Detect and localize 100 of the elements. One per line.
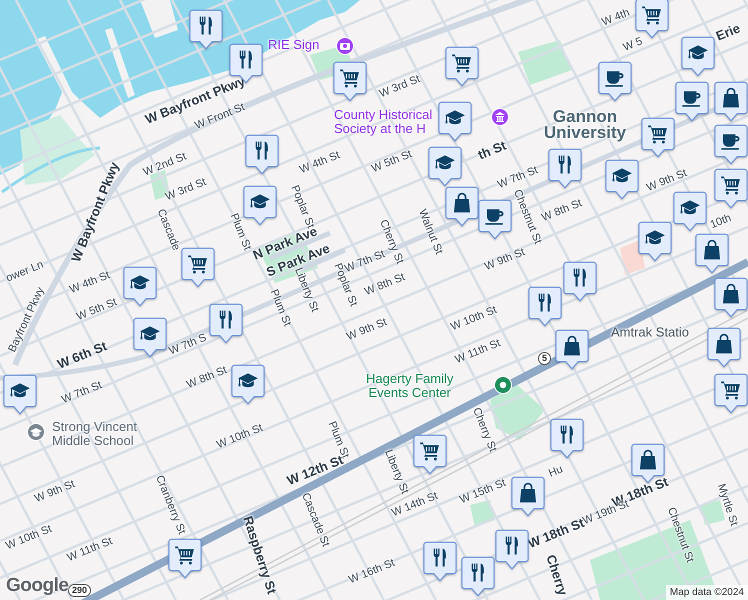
graduation-cap-icon [645,230,665,244]
cart-icon [188,255,207,274]
cart-icon [340,69,359,88]
street-label: W 8th St [540,198,584,224]
map-marker[interactable] [438,101,472,143]
map-marker[interactable] [548,148,582,190]
map-marker[interactable] [605,159,639,201]
fork-knife-icon [200,16,212,34]
street-label: W 9th St [645,168,689,194]
map-marker[interactable] [181,247,215,289]
fork-knife-icon [538,294,551,312]
coffee-cup-icon [605,71,624,87]
map-marker[interactable] [511,476,545,518]
map-marker[interactable] [243,185,277,227]
street-label: W 2nd St [142,151,188,179]
map-marker[interactable] [495,529,529,571]
map-marker[interactable] [550,418,584,460]
street-label: W 4th St [68,270,112,296]
graduation-cap-icon[interactable] [27,423,45,441]
map-marker[interactable] [714,168,748,210]
shopping-bag-icon [722,284,740,304]
map-marker[interactable] [714,373,748,415]
street-label: W 8th St [363,272,407,298]
street-label: W 9th St [345,317,389,343]
street-label: W 4th [600,8,632,28]
fork-knife-icon [472,564,484,582]
fork-knife-icon [240,50,252,68]
shopping-bag-icon [722,88,740,108]
place-name[interactable]: RIE Sign [268,38,320,52]
map-marker[interactable] [707,327,741,369]
map-marker[interactable] [461,556,495,598]
street-label: W 4th St [298,150,342,176]
place-label: Gannon University [542,108,628,142]
cart-icon [175,546,194,564]
map-marker[interactable] [714,277,748,319]
map-marker[interactable] [563,261,597,303]
map-marker[interactable] [3,374,37,416]
graduation-cap-icon [612,168,632,182]
place-name[interactable]: Strong Vincent Middle School [52,420,138,448]
map-marker[interactable] [445,186,479,228]
street-label: Plum St [228,212,252,252]
coffee-cup-icon [721,134,740,150]
map-marker[interactable] [641,117,675,159]
map-marker[interactable] [245,134,279,176]
cart-icon [721,176,740,194]
street-label: W 8th St [185,365,229,391]
map-marker[interactable] [423,541,457,583]
camera-icon[interactable] [336,37,354,55]
graduation-cap-icon [445,110,465,124]
coffee-cup-icon [682,91,700,107]
map-marker[interactable] [413,434,447,476]
map-marker[interactable] [714,124,748,166]
route-shield: 5 [538,352,552,365]
map-marker[interactable] [528,286,562,328]
fork-knife-icon [256,142,268,160]
map-marker[interactable] [428,146,462,188]
street-label: W 16th St [348,558,396,586]
map-marker[interactable] [555,329,589,371]
place-name[interactable]: Hagerty Family Events Center [366,372,454,400]
shopping-bag-icon [704,240,720,260]
fork-knife-icon [558,156,571,174]
pin-dot-icon[interactable] [494,376,512,394]
map-marker[interactable] [638,221,672,263]
map-marker[interactable] [133,317,167,359]
street-label: W 9th St [483,247,527,273]
street-label: Liberty St [382,448,410,496]
street-label: W 9th St [33,479,77,505]
graduation-cap-icon [130,275,150,290]
map-marker[interactable] [681,36,715,78]
street-label: Cherry St [470,406,498,454]
street-label: W 5th St [370,149,414,175]
map-marker[interactable] [123,266,157,308]
fork-knife-icon [506,536,518,554]
fork-knife-icon [220,310,232,328]
map-marker[interactable] [478,199,512,241]
shopping-bag-icon [520,482,536,502]
map-marker[interactable] [231,364,265,406]
street-label: 10th [709,212,733,232]
map-marker[interactable] [445,46,479,88]
map-marker[interactable] [598,61,632,103]
street-label: W 6th St [55,339,109,371]
map-marker[interactable] [695,233,729,275]
map-marker[interactable] [209,303,243,345]
place-name[interactable]: County Historical Society at the H [334,108,432,136]
shopping-bag-icon [640,450,656,470]
fork-knife-icon [574,268,586,286]
shopping-bag-icon [564,336,580,356]
street-label: W 10th St [4,524,54,552]
map-marker[interactable] [168,538,202,580]
map-marker[interactable] [189,9,223,51]
street-label: W 7th St [496,165,540,191]
map-marker[interactable] [333,61,367,103]
map-marker[interactable] [675,81,709,123]
fork-knife-icon [560,426,573,444]
street-label: W 3rd St [378,74,422,100]
graduation-cap-icon [680,200,700,214]
museum-icon[interactable] [491,108,509,126]
map-marker[interactable] [714,81,748,123]
graduation-cap-icon [238,373,258,388]
map-marker[interactable] [673,191,707,233]
